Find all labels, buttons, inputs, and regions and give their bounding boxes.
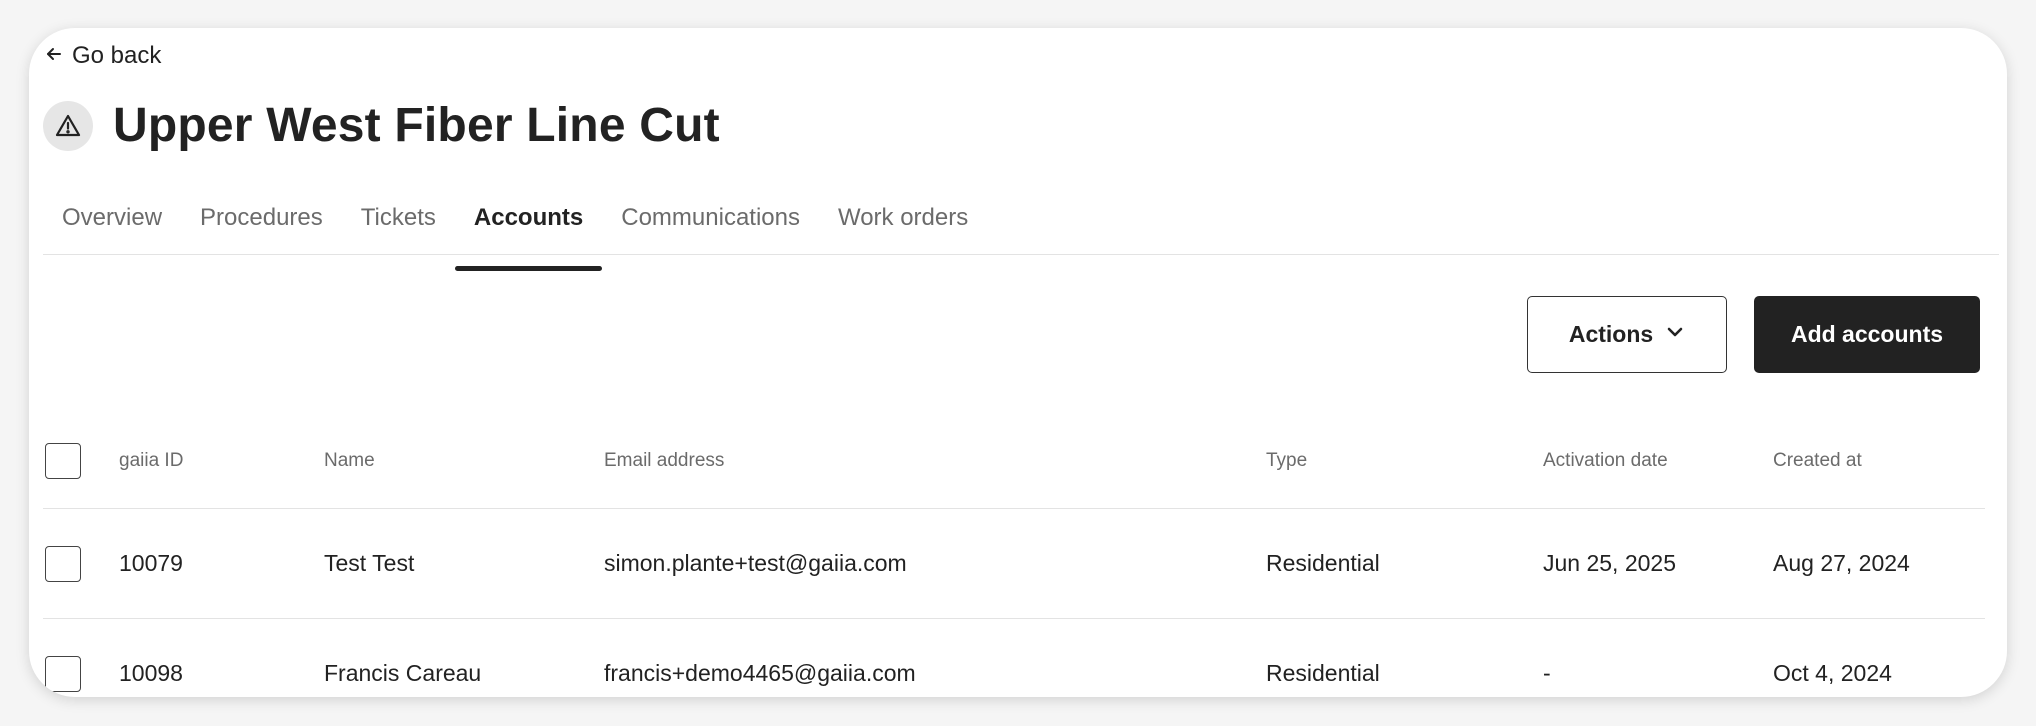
page-title: Upper West Fiber Line Cut [113,99,720,152]
account-name: Test Test [324,550,415,576]
tab-tickets[interactable]: Tickets [342,198,455,254]
select-all-checkbox[interactable] [45,442,81,479]
account-created-at: Oct 4, 2024 [1773,660,1892,686]
tab-procedures[interactable]: Procedures [181,198,342,254]
column-header-activation-date[interactable]: Activation date [1543,413,1668,508]
select-all-cell [45,413,81,508]
chevron-down-icon [1665,321,1685,348]
account-name: Francis Careau [324,660,482,686]
tab-accounts[interactable]: Accounts [454,198,603,271]
account-email: francis+demo4465@gaiia.com [604,660,916,686]
account-type: Residential [1266,550,1380,576]
account-type: Residential [1266,660,1380,686]
column-header-type[interactable]: Type [1266,413,1307,508]
go-back-label: Go back [72,42,162,69]
add-accounts-button[interactable]: Add accounts [1754,296,1980,373]
tab-overview[interactable]: Overview [43,198,181,254]
actions-label: Actions [1568,321,1654,347]
tab-bar: Overview Procedures Tickets Accounts Com… [43,198,1999,271]
row-checkbox[interactable] [45,545,81,582]
account-id: 10079 [119,550,183,576]
row-select-cell [45,619,81,697]
column-header-name[interactable]: Name [324,413,375,508]
tab-work-orders[interactable]: Work orders [819,198,987,254]
row-select-cell [45,509,81,618]
table-header-row: gaiia ID Name Email address Type Activat… [43,413,1985,509]
account-activation-date: - [1543,660,1551,686]
account-created-at: Aug 27, 2024 [1773,550,1910,576]
go-back-link[interactable]: Go back [45,42,161,70]
page-header: Upper West Fiber Line Cut [43,98,720,153]
row-checkbox[interactable] [45,655,81,692]
warning-triangle-icon [43,100,93,151]
actions-dropdown-button[interactable]: Actions [1527,296,1727,373]
incident-card: Go back Upper West Fiber Line Cut Overvi… [29,28,2007,697]
tab-communications[interactable]: Communications [602,198,819,254]
accounts-table: gaiia ID Name Email address Type Activat… [43,413,1985,697]
account-email: simon.plante+test@gaiia.com [604,550,907,576]
account-id: 10098 [119,660,183,686]
column-header-email[interactable]: Email address [604,413,724,508]
column-header-id[interactable]: gaiia ID [119,413,183,508]
column-header-created-at[interactable]: Created at [1773,413,1862,508]
table-row[interactable]: 10079 Test Test simon.plante+test@gaiia.… [43,509,1985,619]
table-row[interactable]: 10098 Francis Careau francis+demo4465@ga… [43,619,1985,697]
arrow-left-icon [45,42,63,70]
account-activation-date: Jun 25, 2025 [1543,550,1677,576]
